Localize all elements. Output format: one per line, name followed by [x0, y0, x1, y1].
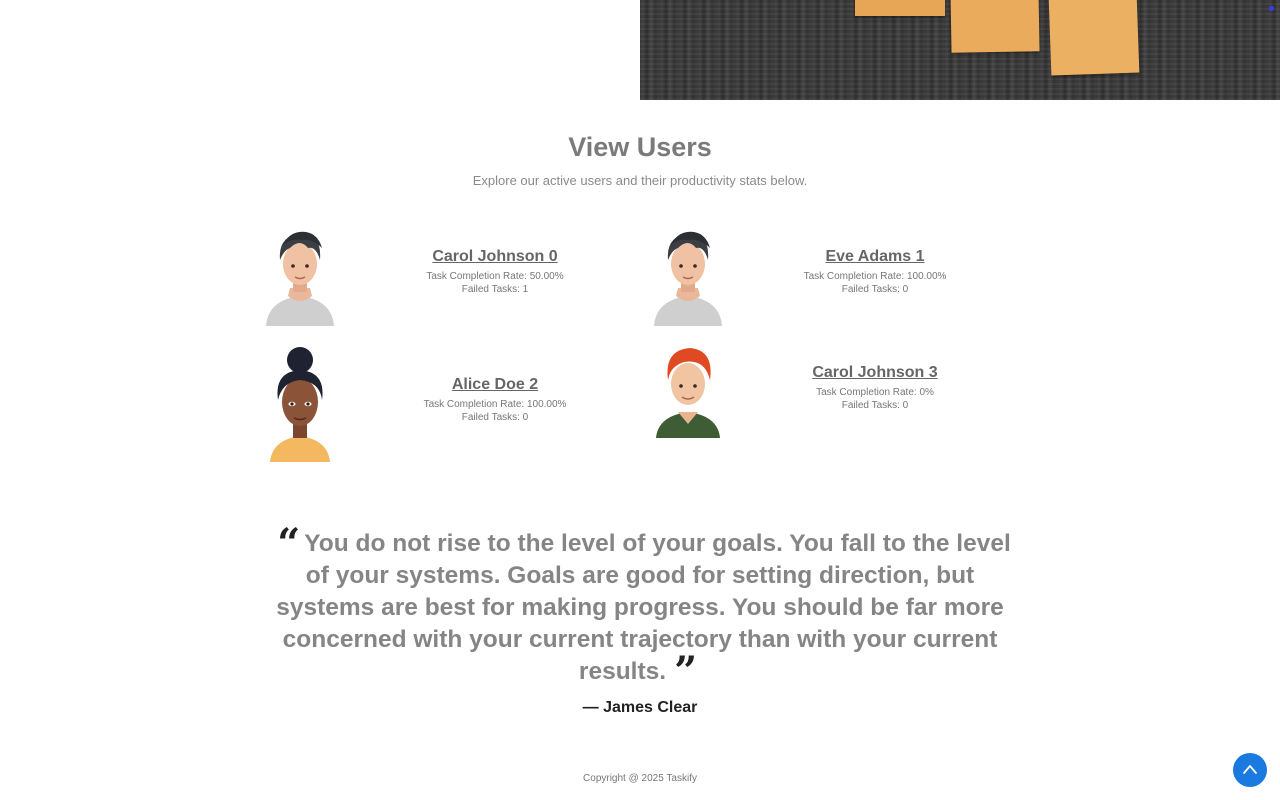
failed-tasks: Failed Tasks: 0: [841, 284, 909, 295]
user-card: Eve Adams 1 Task Completion Rate: 100.00…: [648, 226, 1038, 346]
user-card: Alice Doe 2 Task Completion Rate: 100.00…: [260, 344, 650, 464]
task-completion-rate: Task Completion Rate: 50.00%: [426, 271, 564, 282]
user-name-link[interactable]: Alice Doe 2: [400, 376, 590, 394]
open-quote-icon: “: [277, 520, 300, 567]
user-name-link[interactable]: Eve Adams 1: [780, 248, 970, 266]
user-name-link[interactable]: Carol Johnson 0: [400, 248, 590, 266]
indicator-dot: [1269, 6, 1274, 11]
close-quote-icon: ”: [674, 648, 697, 695]
user-card: Carol Johnson 0 Task Completion Rate: 50…: [260, 226, 650, 346]
task-completion-rate: Task Completion Rate: 0%: [816, 387, 934, 398]
male-avatar-icon: [654, 231, 722, 326]
user-name-link[interactable]: Carol Johnson 3: [780, 364, 970, 382]
page-subtitle: Explore our active users and their produ…: [472, 173, 808, 188]
task-completion-rate: Task Completion Rate: 100.00%: [803, 271, 947, 282]
hero-image: [640, 0, 1280, 100]
page-title: View Users: [568, 132, 712, 162]
sticky-note: [1048, 0, 1140, 76]
male-avatar-icon: [266, 231, 334, 326]
sticky-note: [855, 0, 945, 16]
failed-tasks: Failed Tasks: 0: [841, 400, 909, 411]
user-card: Carol Johnson 3 Task Completion Rate: 0%…: [648, 344, 1038, 464]
quote: “You do not rise to the level of your go…: [260, 520, 1020, 695]
male-avatar-icon: [656, 348, 720, 438]
sticky-note: [950, 0, 1040, 53]
failed-tasks: Failed Tasks: 1: [461, 284, 529, 295]
task-completion-rate: Task Completion Rate: 100.00%: [423, 399, 567, 410]
failed-tasks: Failed Tasks: 0: [461, 412, 529, 423]
female-avatar-icon: [270, 347, 330, 462]
scroll-to-top-button[interactable]: [1233, 753, 1267, 787]
quote-text: You do not rise to the level of your goa…: [276, 530, 1011, 685]
chevron-up-icon: [1243, 765, 1257, 774]
quote-author: — James Clear: [582, 699, 698, 716]
footer-copyright: Copyright @ 2025 Taskify: [583, 773, 697, 784]
